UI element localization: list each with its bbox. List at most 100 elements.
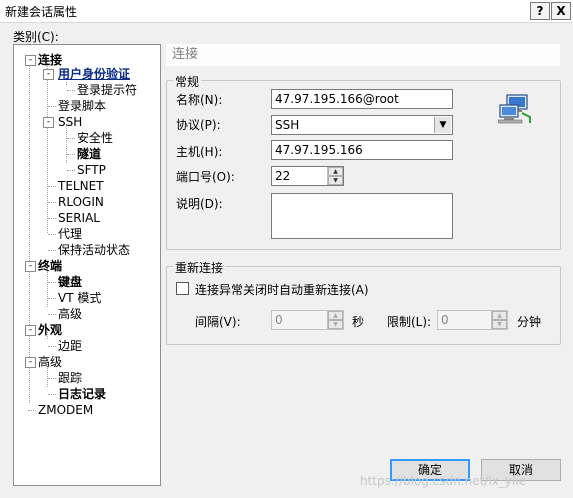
tree-item[interactable]: TELNET bbox=[58, 178, 104, 194]
general-legend: 常规 bbox=[173, 73, 202, 90]
tree-item[interactable]: 登录提示符 bbox=[77, 82, 137, 98]
tree-item[interactable]: 安全性 bbox=[77, 130, 113, 146]
tree-guide-line bbox=[48, 346, 56, 347]
tree-item[interactable]: SERIAL bbox=[58, 210, 100, 226]
tree-item[interactable]: 用户身份验证 bbox=[58, 66, 131, 82]
tree-guide-line bbox=[48, 218, 56, 219]
tree-item[interactable]: 保持活动状态 bbox=[58, 242, 130, 258]
tree-item-label: SERIAL bbox=[58, 211, 100, 225]
protocol-value: SSH bbox=[275, 118, 300, 132]
tree-item-label: 外观 bbox=[38, 323, 63, 337]
tree-guide-line bbox=[48, 394, 56, 395]
category-tree[interactable]: 连接 - 用户身份验证 - 登录提示符 登录脚本 SSH - 安全性 隧道 SFTP TELNET RL… bbox=[13, 44, 161, 486]
tree-guide-line bbox=[29, 63, 30, 403]
spin-down-icon[interactable]: ▼ bbox=[492, 320, 507, 329]
tree-item[interactable]: VT 模式 bbox=[58, 290, 101, 306]
tree-guide-line bbox=[48, 186, 56, 187]
port-label: 端口号(O): bbox=[176, 170, 235, 184]
tree-guide-line bbox=[48, 106, 56, 107]
close-button[interactable]: X bbox=[551, 2, 571, 20]
category-label: 类别(C): bbox=[13, 30, 59, 44]
limit-label: 限制(L): bbox=[387, 315, 432, 329]
tree-guide-line bbox=[67, 138, 75, 139]
tree-guide-line bbox=[48, 298, 56, 299]
tree-item[interactable]: SFTP bbox=[77, 162, 106, 178]
spin-down-icon[interactable]: ▼ bbox=[328, 320, 343, 329]
tree-item-label: SFTP bbox=[77, 163, 106, 177]
tree-guide-line bbox=[48, 378, 56, 379]
name-label: 名称(N): bbox=[176, 93, 223, 107]
tree-item-label: 高级 bbox=[38, 355, 63, 369]
help-button[interactable]: ? bbox=[530, 2, 550, 20]
tree-item-label: VT 模式 bbox=[58, 291, 102, 305]
tree-item[interactable]: 日志记录 bbox=[58, 386, 106, 402]
chevron-down-icon[interactable]: ▼ bbox=[434, 117, 451, 133]
tree-guide-line bbox=[67, 170, 75, 171]
tree-guide-line bbox=[67, 90, 75, 91]
tree-item[interactable]: 隧道 bbox=[77, 146, 101, 162]
interval-value: 0 bbox=[275, 313, 283, 327]
tree-guide-line bbox=[48, 314, 56, 315]
tree-item[interactable]: 跟踪 bbox=[58, 370, 82, 386]
tree-item[interactable]: 键盘 bbox=[58, 274, 82, 290]
tree-item-label: 登录脚本 bbox=[58, 99, 107, 113]
tree-item[interactable]: 高级 bbox=[38, 354, 62, 370]
tree-item-label: 终端 bbox=[38, 259, 63, 273]
tree-item[interactable]: 外观 bbox=[38, 322, 62, 338]
protocol-select[interactable]: SSH ▼ bbox=[271, 115, 453, 135]
tree-guide-line bbox=[67, 154, 75, 155]
tree-item-label: SSH bbox=[58, 115, 83, 129]
description-field[interactable] bbox=[271, 193, 453, 239]
tree-item-label: 连接 bbox=[38, 53, 63, 67]
tree-guide-line bbox=[48, 202, 56, 203]
tree-item-label: 用户身份验证 bbox=[58, 67, 131, 81]
tree-item[interactable]: ZMODEM bbox=[38, 402, 93, 418]
port-value: 22 bbox=[275, 169, 291, 183]
auto-reconnect-label[interactable]: 连接异常关闭时自动重新连接(A) bbox=[195, 281, 369, 298]
tree-expander-icon[interactable]: - bbox=[25, 261, 36, 272]
tree-item-label: RLOGIN bbox=[58, 195, 104, 209]
tree-item-label: 保持活动状态 bbox=[58, 243, 131, 257]
tree-item-label: 键盘 bbox=[58, 275, 83, 289]
tree-guide-line bbox=[48, 250, 56, 251]
tree-item-label: 隧道 bbox=[77, 147, 102, 161]
tree-item-label: 日志记录 bbox=[58, 387, 107, 401]
tree-item-label: 边距 bbox=[58, 339, 83, 353]
tree-guide-line bbox=[47, 63, 48, 233]
spin-up-icon[interactable]: ▲ bbox=[328, 311, 343, 320]
name-field[interactable]: 47.97.195.166@root bbox=[271, 89, 453, 109]
spin-up-icon[interactable]: ▲ bbox=[328, 167, 343, 176]
tree-item-label: ZMODEM bbox=[38, 403, 94, 417]
panel-header: 连接 bbox=[166, 44, 560, 66]
port-spinner[interactable]: ▲ ▼ bbox=[327, 167, 343, 185]
tree-item-label: TELNET bbox=[58, 179, 104, 193]
limit-spinner[interactable]: ▲ ▼ bbox=[491, 311, 507, 329]
limit-value: 0 bbox=[441, 313, 449, 327]
tree-item-label: 登录提示符 bbox=[77, 83, 138, 97]
tree-expander-icon[interactable]: - bbox=[43, 69, 54, 80]
interval-unit: 秒 bbox=[352, 315, 365, 329]
interval-spinner[interactable]: ▲ ▼ bbox=[327, 311, 343, 329]
tree-item[interactable]: RLOGIN bbox=[58, 194, 104, 210]
tree-item-label: 跟踪 bbox=[58, 371, 83, 385]
tree-item[interactable]: 终端 bbox=[38, 258, 62, 274]
tree-expander-icon[interactable]: - bbox=[25, 325, 36, 336]
auto-reconnect-checkbox[interactable] bbox=[176, 282, 189, 295]
tree-item[interactable]: 高级 bbox=[58, 306, 82, 322]
limit-unit: 分钟 bbox=[517, 315, 542, 329]
tree-guide-line bbox=[48, 234, 56, 235]
tree-item[interactable]: SSH bbox=[58, 114, 82, 130]
tree-expander-icon[interactable]: - bbox=[25, 357, 36, 368]
description-label: 说明(D): bbox=[176, 197, 223, 211]
tree-guide-line bbox=[28, 410, 36, 411]
tree-expander-icon[interactable]: - bbox=[25, 55, 36, 66]
host-field[interactable]: 47.97.195.166 bbox=[271, 140, 453, 160]
tree-guide-line bbox=[48, 282, 56, 283]
spin-up-icon[interactable]: ▲ bbox=[492, 311, 507, 320]
interval-label: 间隔(V): bbox=[195, 315, 241, 329]
tree-item[interactable]: 边距 bbox=[58, 338, 82, 354]
tree-item[interactable]: 登录脚本 bbox=[58, 98, 106, 114]
spin-down-icon[interactable]: ▼ bbox=[328, 176, 343, 185]
tree-item[interactable]: 代理 bbox=[58, 226, 82, 242]
tree-expander-icon[interactable]: - bbox=[43, 117, 54, 128]
